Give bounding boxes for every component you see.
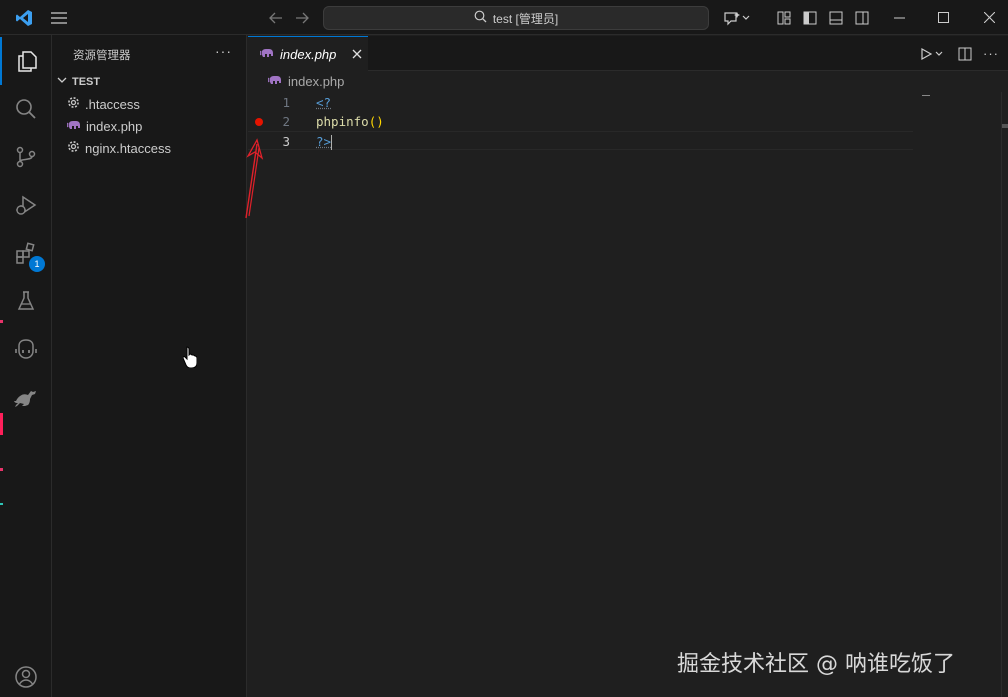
testing-icon[interactable] — [0, 277, 52, 325]
code-token: phpinfo — [316, 114, 369, 129]
tab-label: index.php — [280, 46, 337, 62]
text-cursor — [331, 135, 333, 150]
back-arrow-icon[interactable] — [266, 0, 286, 35]
extensions-badge: 1 — [29, 256, 45, 272]
explorer-sidebar: 资源管理器 ··· TEST .htaccess index.php nginx… — [52, 35, 247, 697]
split-editor-icon[interactable] — [954, 36, 976, 71]
toggle-primary-sidebar-icon[interactable] — [800, 0, 820, 35]
edge-artifact — [0, 413, 3, 435]
breadcrumb-file: index.php — [288, 74, 345, 89]
more-actions-icon[interactable]: ··· — [980, 36, 1002, 71]
breakpoint-dot[interactable] — [255, 118, 263, 126]
file-name: .htaccess — [85, 96, 140, 112]
line-number: 2 — [282, 114, 290, 129]
sidebar-more-actions[interactable]: ··· — [215, 43, 232, 59]
editor-tabs: index.php ··· — [248, 36, 1008, 71]
code-content: phpinfo() — [316, 112, 384, 131]
breadcrumb[interactable]: index.php — [267, 74, 345, 89]
code-editor[interactable]: 1 <? 2 phpinfo() 3 ?> — [245, 92, 1008, 697]
edge-artifact — [0, 320, 3, 323]
search-icon[interactable] — [0, 85, 52, 133]
source-control-icon[interactable] — [0, 133, 52, 181]
search-icon — [474, 10, 487, 26]
file-item[interactable]: .htaccess — [67, 93, 140, 115]
php-elephant-icon — [66, 119, 81, 134]
vscode-logo[interactable] — [12, 0, 36, 35]
toggle-secondary-sidebar-icon[interactable] — [852, 0, 872, 35]
copilot-icon[interactable] — [0, 325, 52, 373]
search-label: test [管理员] — [492, 11, 559, 26]
annotation-arrow — [245, 138, 264, 219]
maximize-icon[interactable] — [920, 0, 966, 35]
copilot-icon[interactable] — [720, 0, 752, 35]
run-icon[interactable] — [918, 36, 946, 71]
code-token: <? — [316, 95, 332, 110]
activity-bar: 1 — [0, 35, 52, 697]
toggle-panel-icon[interactable] — [826, 0, 846, 35]
line-number: 1 — [282, 95, 290, 110]
close-icon[interactable] — [966, 0, 1008, 35]
sidebar-title: 资源管理器 — [73, 50, 131, 62]
close-tab-icon[interactable] — [352, 46, 362, 62]
chevron-down-icon — [56, 74, 68, 89]
kangaroo-icon[interactable] — [0, 373, 52, 421]
folder-name: TEST — [72, 75, 101, 88]
php-elephant-icon — [259, 47, 274, 62]
code-line[interactable]: 2 phpinfo() — [248, 112, 913, 131]
extensions-icon[interactable]: 1 — [0, 229, 52, 277]
hand-pointer-cursor — [182, 346, 198, 371]
file-item[interactable]: nginx.htaccess — [67, 137, 171, 159]
tab-index-php[interactable]: index.php — [248, 36, 368, 71]
minimize-icon[interactable] — [876, 0, 922, 35]
code-line[interactable]: 1 <? — [248, 93, 913, 112]
edge-artifact — [0, 503, 3, 505]
edge-artifact — [0, 468, 3, 471]
command-center-search[interactable]: test [管理员] — [323, 6, 709, 30]
run-debug-icon[interactable] — [0, 181, 52, 229]
gear-icon — [67, 140, 80, 156]
title-bar: test [管理员] — [0, 0, 1008, 35]
file-item[interactable]: index.php — [66, 115, 143, 137]
minimap[interactable] — [922, 95, 930, 96]
code-token: ?> — [316, 134, 332, 149]
account-icon[interactable] — [0, 657, 52, 697]
scrollbar-thumb[interactable] — [1002, 124, 1008, 128]
code-token: () — [368, 114, 384, 129]
gear-icon — [67, 96, 80, 112]
file-name: nginx.htaccess — [85, 140, 171, 156]
vertical-scrollbar[interactable] — [1001, 92, 1008, 697]
watermark: 掘金技术社区 @ 呐谁吃饭了 — [677, 652, 955, 677]
php-elephant-icon — [267, 74, 282, 89]
forward-arrow-icon[interactable] — [292, 0, 312, 35]
code-content: ?> — [316, 132, 333, 151]
code-line-current[interactable]: 3 ?> — [248, 131, 913, 150]
menu-icon[interactable] — [48, 0, 70, 35]
file-name: index.php — [86, 118, 143, 134]
folder-section-test[interactable]: TEST — [56, 74, 100, 89]
layout-customize-icon[interactable] — [774, 0, 794, 35]
explorer-icon[interactable] — [0, 37, 52, 85]
line-number: 3 — [282, 134, 290, 149]
